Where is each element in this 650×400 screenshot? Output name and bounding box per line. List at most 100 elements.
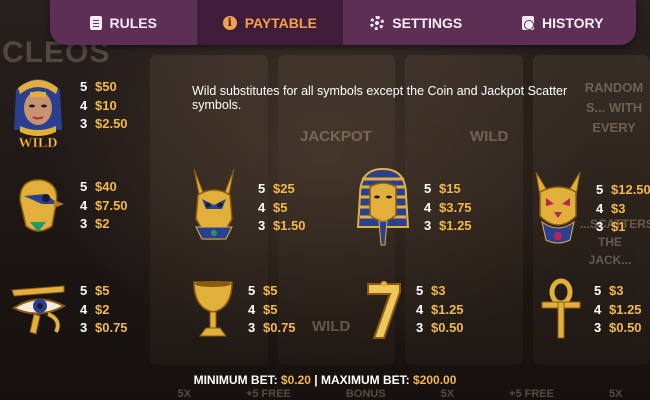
pay-amount: $0.50: [431, 320, 464, 336]
background-bottom-label: 5X: [177, 388, 191, 400]
pay-list: 5 $3 4 $1.25 3 $0.50: [594, 282, 642, 338]
pay-list: 5 $5 4 $5 3 $0.75: [248, 282, 296, 338]
background-bottom-label: +5 FREE: [245, 388, 291, 400]
pay-amount: $5: [95, 283, 110, 299]
pay-count: 3: [80, 216, 88, 232]
min-bet-value: $0.20: [280, 373, 311, 387]
pay-amount: $0.75: [95, 320, 128, 336]
paytable-entry-horus: 5 $40 4 $7.50 3 $2: [6, 170, 128, 242]
pay-count: 5: [416, 283, 424, 299]
pay-amount: $0.75: [263, 320, 296, 336]
pay-amount: $1.50: [273, 218, 306, 234]
pay-amount: $2.50: [95, 116, 128, 132]
pay-count: 3: [596, 219, 604, 235]
tab-rules[interactable]: RULES: [50, 0, 197, 45]
pay-amount: $3.75: [439, 199, 472, 215]
gear-icon: [370, 15, 385, 30]
pay-count: 3: [248, 320, 256, 336]
paytable-entry-seven: 5 $3 4 $1.25 3 $0.50: [362, 278, 464, 342]
background-wild-text-2: WILD: [312, 318, 351, 335]
chalice-icon: [188, 278, 238, 342]
tab-label: RULES: [109, 14, 157, 31]
max-bet-value: $200.00: [413, 373, 457, 387]
pay-count: 5: [258, 181, 266, 197]
background-bottom-label: BONUS: [345, 388, 386, 400]
pay-amount: $1.25: [609, 301, 642, 317]
background-jackpot-text: JACKPOT: [300, 128, 372, 145]
tab-label: PAYTABLE: [244, 14, 317, 31]
cleopatra-wild-icon: WILD: [6, 70, 70, 151]
pay-count: 4: [416, 301, 424, 317]
pay-amount: $15: [439, 181, 461, 197]
pay-list: 5 $5 4 $2 3 $0.75: [80, 282, 128, 338]
pay-list: 5 $3 4 $1.25 3 $0.50: [416, 282, 464, 338]
pay-count: 4: [258, 199, 266, 215]
pay-amount: $50: [95, 79, 117, 95]
pay-list: 5 $40 4 $7.50 3 $2: [80, 178, 128, 234]
paytable-entry-anubis: 5 $25 4 $5 3 $1.50: [180, 165, 306, 251]
paytable-entry-bastet: 5 $12.50 4 $3 3 $1: [530, 168, 650, 250]
ankh-icon: [538, 278, 584, 342]
max-bet-label: MAXIMUM BET:: [321, 373, 410, 387]
tab-history[interactable]: HISTORY: [490, 0, 637, 45]
pay-amount: $3: [431, 283, 446, 299]
pharaoh-mask-icon: [352, 165, 414, 251]
pay-amount: $5: [263, 283, 278, 299]
history-icon: [522, 15, 535, 30]
pay-count: 5: [248, 283, 256, 299]
pay-count: 3: [258, 218, 266, 234]
seven-icon: [362, 278, 406, 342]
wild-label: WILD: [19, 136, 58, 150]
pay-count: 5: [80, 179, 88, 195]
pay-amount: $40: [95, 179, 117, 195]
pay-count: 5: [596, 182, 604, 198]
tab-settings[interactable]: SETTINGS: [343, 0, 490, 45]
background-bottom-label: 5X: [608, 388, 623, 400]
pay-amount: $1.25: [439, 218, 472, 234]
paytable-entry-ankh: 5 $3 4 $1.25 3 $0.50: [538, 278, 642, 342]
pay-amount: $2: [95, 216, 110, 232]
pay-count: 4: [594, 301, 602, 317]
eye-of-horus-icon: [6, 280, 70, 340]
pay-amount: $5: [263, 301, 278, 317]
tab-bar: RULES i PAYTABLE SETTINGS HISTORY: [50, 0, 636, 45]
document-icon: [89, 15, 102, 30]
pay-count: 4: [80, 197, 88, 213]
background-bottom-label: +5 FREE: [509, 388, 554, 400]
info-icon: i: [222, 15, 237, 30]
pay-amount: $2: [95, 301, 110, 317]
pay-list: 5 $25 4 $5 3 $1.50: [258, 180, 306, 236]
pay-count: 4: [596, 200, 604, 216]
pay-list: 5 $12.50 4 $3 3 $1: [596, 181, 650, 237]
pay-count: 4: [80, 301, 88, 317]
pay-amount: $25: [273, 181, 295, 197]
paytable-entry-wild: WILD 5 $50 4 $10 3 $2.50: [6, 70, 128, 151]
tab-paytable[interactable]: i PAYTABLE: [196, 0, 343, 45]
pay-amount: $3: [609, 283, 624, 299]
pay-count: 3: [80, 116, 88, 132]
anubis-icon: [180, 165, 248, 251]
horus-falcon-icon: [6, 170, 70, 242]
bet-limits: MINIMUM BET: $0.20 | MAXIMUM BET: $200.0…: [0, 373, 650, 387]
pay-count: 3: [594, 320, 602, 336]
pay-amount: $3: [611, 200, 626, 216]
pay-count: 5: [80, 79, 88, 95]
background-wild-text: WILD: [470, 128, 509, 145]
pay-count: 4: [80, 97, 88, 113]
pay-amount: $5: [273, 199, 288, 215]
pay-count: 5: [424, 181, 432, 197]
paytable-entry-pharaoh: 5 $15 4 $3.75 3 $1.25: [352, 165, 472, 251]
pay-count: 4: [424, 199, 432, 215]
pay-count: 5: [80, 283, 88, 299]
paytable-entry-chalice: 5 $5 4 $5 3 $0.75: [188, 278, 296, 342]
tab-label: HISTORY: [542, 14, 604, 31]
pay-amount: $1: [611, 219, 626, 235]
pay-amount: $7.50: [95, 197, 128, 213]
pay-count: 3: [416, 320, 424, 336]
bet-separator: |: [314, 373, 318, 387]
tab-label: SETTINGS: [392, 14, 463, 31]
pay-amount: $10: [95, 97, 117, 113]
pay-amount: $1.25: [431, 301, 464, 317]
pay-count: 4: [248, 301, 256, 317]
min-bet-label: MINIMUM BET:: [193, 373, 278, 387]
